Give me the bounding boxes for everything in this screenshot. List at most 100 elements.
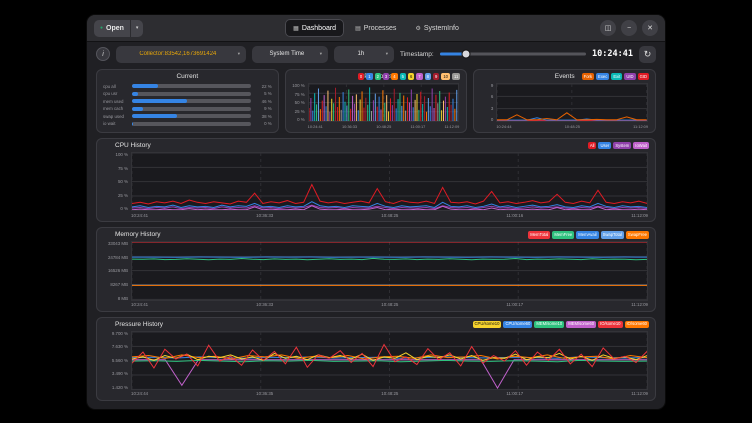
- panel-toggle-button[interactable]: ◫: [600, 20, 616, 36]
- legend-chip-1[interactable]: 1: [366, 73, 373, 81]
- tab-processes[interactable]: ▤ Processes: [347, 19, 404, 37]
- cpu-cores-chart-main: 100 % 75 % 50 % 25 % 0 %: [290, 83, 460, 122]
- minimize-button[interactable]: −: [621, 20, 637, 36]
- axis-label: 16526 MB: [107, 268, 128, 274]
- axis-label: 11:00:16: [506, 212, 524, 218]
- legend-chip-cpu-some10[interactable]: CPU/some10: [472, 320, 502, 328]
- current-metric-row: swap used 38 %: [103, 114, 272, 119]
- processes-icon: ▤: [355, 25, 361, 32]
- legend-chip-7[interactable]: 7: [416, 73, 423, 81]
- dashboard-icon: ▦: [293, 25, 299, 32]
- metric-label: cpu usr: [103, 91, 118, 97]
- legend-chip-io-some60[interactable]: IO/some60: [624, 320, 649, 328]
- chart-svg: [132, 153, 647, 210]
- legend-chip-9[interactable]: 9: [432, 73, 440, 81]
- y-axis-labels: 9630: [478, 83, 496, 122]
- legend-chip-4[interactable]: 4: [391, 73, 398, 81]
- metric-bar-fill: [132, 91, 138, 96]
- legend-chip-fork[interactable]: Fork: [581, 73, 595, 81]
- refresh-button[interactable]: ↻: [639, 45, 656, 63]
- axis-label: 100 %: [115, 152, 128, 157]
- legend-chip-gid[interactable]: GID: [637, 73, 650, 81]
- legend-chip-exit[interactable]: Exit: [611, 73, 623, 81]
- legend-chip-exec[interactable]: Exec: [596, 73, 610, 81]
- chart-svg: [309, 84, 459, 121]
- axis-label: 9: [490, 83, 494, 88]
- legend-chip-memavail[interactable]: MemAvail: [576, 231, 599, 239]
- axis-label: 33043 MB: [107, 241, 128, 247]
- current-metric-row: cpu usr 5 %: [103, 91, 272, 96]
- legend-chip-uid[interactable]: UID: [624, 73, 636, 81]
- panel-cpu-history: CPU History All User System IoWait 100 % 75 …: [96, 138, 656, 223]
- window-controls: ◫ − ✕: [467, 20, 658, 36]
- memory-history-legend: MemTotal MemFree MemAvail SwapTotal SwapFree: [528, 231, 649, 239]
- axis-label: 11:00:17: [506, 302, 524, 308]
- metric-bar-fill: [132, 106, 143, 111]
- legend-chip-user[interactable]: User: [598, 142, 612, 150]
- open-button[interactable]: ● Open: [94, 20, 130, 37]
- axis-label: 11:12:09: [631, 302, 648, 308]
- refresh-icon: ↻: [643, 48, 652, 59]
- axis-label: 25 %: [294, 108, 305, 114]
- axis-label: 10:48:25: [376, 123, 392, 129]
- axis-label: 10:36:33: [341, 123, 358, 129]
- tab-systeminfo[interactable]: ⚙ SystemInfo: [407, 19, 466, 37]
- panel-cpu-cores: CPU Cores 01234567891011 100 %75 %50 %25…: [284, 69, 468, 133]
- axis-label: 11:00:17: [506, 391, 524, 397]
- legend-chip-10[interactable]: 10: [441, 73, 450, 81]
- legend-chip-iowait[interactable]: IoWait: [633, 142, 649, 150]
- legend-chip-mem-some10[interactable]: MEM/some10: [534, 320, 565, 328]
- chevron-down-icon: ▾: [237, 51, 240, 56]
- legend-chip-memtotal[interactable]: MemTotal: [528, 231, 551, 239]
- legend-chip-cpu-some60[interactable]: CPU/some60: [503, 320, 533, 328]
- close-button[interactable]: ✕: [642, 20, 658, 36]
- legend-chip-all[interactable]: All: [587, 142, 597, 150]
- axis-label: 10:48:25: [381, 391, 399, 397]
- legend-chip-swaptotal[interactable]: SwapTotal: [600, 231, 624, 239]
- app-window: ● Open ▾ ▦ Dashboard ▤ Processes ⚙ Syste…: [86, 14, 666, 410]
- axis-label: 10:48:25: [381, 302, 399, 308]
- time-mode-dropdown[interactable]: System Time ▾: [252, 45, 328, 63]
- axis-label: 8267 MB: [110, 282, 128, 288]
- panel-cpu-history-title: CPU History: [115, 142, 151, 149]
- axis-label: 10:36:33: [256, 302, 274, 308]
- headerbar: ● Open ▾ ▦ Dashboard ▤ Processes ⚙ Syste…: [87, 15, 665, 42]
- legend-chip-6[interactable]: 6: [407, 73, 415, 81]
- pressure-history-chart-main: 9.700 % 7.630 % 5.560 % 3.490 % 1.420 %: [101, 330, 648, 390]
- legend-chip-8[interactable]: 8: [424, 73, 431, 81]
- info-button[interactable]: i: [96, 47, 110, 61]
- axis-label: 7.630 %: [111, 344, 128, 350]
- tab-processes-label: Processes: [363, 24, 397, 32]
- legend-chip-system[interactable]: System: [613, 142, 632, 150]
- chart-canvas: [496, 83, 649, 122]
- metric-label: io wait: [103, 121, 116, 127]
- axis-label: 10:24:41: [131, 212, 149, 218]
- current-metrics: cpu all 22 % cpu usr 5 % mem used 46 % mem cac…: [97, 81, 278, 132]
- view-switcher: ▦ Dashboard ▤ Processes ⚙ SystemInfo: [285, 19, 467, 37]
- legend-chip-3[interactable]: 3: [382, 73, 390, 81]
- legend-chip-io-some10[interactable]: IO/some10: [598, 320, 623, 328]
- axis-label: 3: [490, 105, 494, 111]
- legend-chip-0[interactable]: 0: [357, 73, 365, 81]
- chart-canvas: [131, 330, 648, 390]
- tab-dashboard-label: Dashboard: [301, 24, 337, 32]
- legend-chip-swapfree[interactable]: SwapFree: [625, 231, 649, 239]
- timestamp-slider-thumb[interactable]: [461, 49, 471, 59]
- tab-systeminfo-label: SystemInfo: [423, 24, 459, 32]
- cpu-cores-legend: 0 1 2 3 4 5 6 7 8 9 10 11: [357, 73, 461, 81]
- legend-chip-11[interactable]: 11: [451, 73, 461, 81]
- collector-dropdown[interactable]: Collector:83542,1673691424 ▾: [116, 45, 246, 63]
- range-dropdown[interactable]: 1h ▾: [334, 45, 394, 63]
- metric-bar: [132, 106, 251, 111]
- legend-chip-memfree[interactable]: MemFree: [552, 231, 575, 239]
- panel-current: Current cpu all 22 % cpu usr 5 % mem used 46 …: [96, 69, 279, 133]
- open-menu-button[interactable]: ▾: [129, 19, 144, 37]
- legend-chip-2[interactable]: 2: [374, 73, 381, 81]
- toolbar: i Collector:83542,1673691424 ▾ System Ti…: [87, 42, 665, 66]
- axis-label: 75 %: [294, 91, 305, 97]
- chevron-down-icon: ▾: [319, 51, 322, 56]
- tab-dashboard[interactable]: ▦ Dashboard: [285, 19, 345, 37]
- legend-chip-mem-some60[interactable]: MEM/some60: [566, 320, 597, 328]
- legend-chip-5[interactable]: 5: [399, 73, 406, 81]
- timestamp-slider[interactable]: [439, 46, 587, 62]
